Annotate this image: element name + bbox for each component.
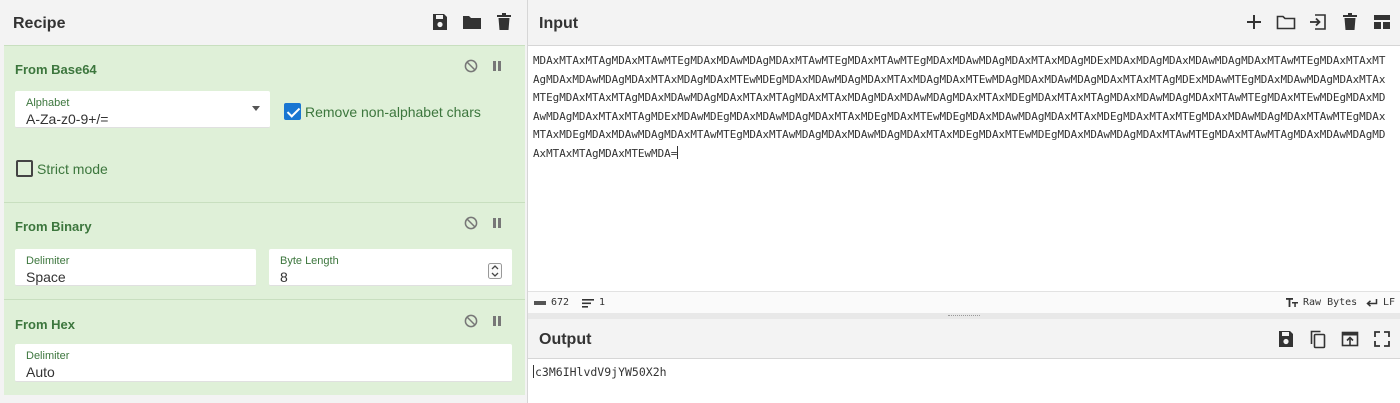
trash-icon[interactable] (1340, 12, 1360, 32)
copy-icon[interactable] (1308, 329, 1328, 349)
delimiter-value: Space (26, 269, 66, 285)
lines-stat: 1 (582, 297, 605, 308)
output-toolbar (1276, 329, 1392, 349)
input-pane: Input MDAxMTAxMTAgMDAxMTAwMTEgMDAxMDAwMD… (528, 0, 1400, 313)
text-cursor (677, 145, 679, 159)
disable-icon[interactable] (464, 216, 478, 230)
plus-icon[interactable] (1244, 12, 1264, 32)
input-title: Input (539, 15, 579, 32)
output-title: Output (539, 331, 592, 348)
op-from-binary-controls (464, 216, 502, 230)
strict-mode-label: Strict mode (37, 160, 108, 177)
hex-delimiter-field[interactable]: Delimiter Auto (15, 344, 512, 382)
folder-icon[interactable] (1276, 12, 1296, 32)
op-from-hex-title: From Hex (15, 317, 75, 332)
recipe-pane: Recipe From Base64 Alphabet A-Za-z0-9+/=… (0, 0, 528, 403)
abc-icon (534, 300, 546, 305)
output-text-content: c3M6IHlvdV9jYW50X2h (535, 365, 667, 379)
raw-bytes-label: Raw Bytes (1303, 297, 1358, 308)
op-from-hex: From Hex Delimiter Auto (4, 299, 525, 395)
input-length: 672 (551, 297, 570, 308)
recipe-toolbar (430, 12, 514, 32)
input-textarea[interactable]: MDAxMTAxMTAgMDAxMTAwMTEgMDAxMDAwMDAgMDAx… (533, 52, 1391, 163)
raw-bytes-toggle[interactable]: Raw Bytes (1286, 297, 1357, 308)
op-from-binary: From Binary Delimiter Space Byte Length … (4, 202, 525, 299)
input-text-content: MDAxMTAxMTAgMDAxMTAwMTEgMDAxMDAwMDAgMDAx… (533, 54, 1386, 160)
input-toolbar (1244, 12, 1392, 32)
op-from-binary-title: From Binary (15, 219, 92, 234)
op-from-base64-title: From Base64 (15, 62, 97, 77)
trash-icon[interactable] (494, 12, 514, 32)
input-status-bar: 672 1 Raw Bytes LF (528, 291, 1400, 313)
byte-length-field[interactable]: Byte Length 8 (269, 249, 512, 286)
input-header: Input (528, 0, 1400, 46)
maximize-icon[interactable] (1372, 329, 1392, 349)
op-from-hex-controls (464, 314, 502, 328)
text-cursor (533, 365, 534, 378)
output-header: Output (528, 319, 1400, 359)
byte-length-label: Byte Length (280, 255, 339, 267)
delimiter-label: Delimiter (26, 350, 70, 362)
import-icon[interactable] (1308, 12, 1328, 32)
binary-delimiter-field[interactable]: Delimiter Space (15, 249, 256, 286)
length-stat: 672 (534, 297, 569, 308)
checkbox-checked-icon[interactable] (284, 103, 301, 120)
save-icon[interactable] (430, 12, 450, 32)
grip-icon (948, 315, 980, 317)
output-pane: Output c3M6IHlvdV9jYW50X2h (528, 319, 1400, 403)
input-lines: 1 (599, 297, 606, 308)
recipe-title: Recipe (13, 15, 66, 32)
chevron-down-icon (252, 106, 260, 111)
replace-input-icon[interactable] (1340, 329, 1360, 349)
disable-icon[interactable] (464, 314, 478, 328)
layout-icon[interactable] (1372, 12, 1392, 32)
strict-mode-checkbox[interactable]: Strict mode (16, 160, 108, 177)
checkbox-unchecked-icon[interactable] (16, 160, 33, 177)
op-from-base64: From Base64 Alphabet A-Za-z0-9+/= Remove… (4, 45, 525, 202)
eol-toggle[interactable]: LF (1366, 297, 1395, 308)
remove-nonalpha-label: Remove non-alphabet chars (305, 103, 481, 120)
delimiter-label: Delimiter (26, 255, 70, 267)
op-from-base64-controls (464, 59, 502, 73)
byte-length-value: 8 (280, 269, 288, 285)
eol-label: LF (1383, 297, 1396, 308)
pause-icon[interactable] (492, 315, 502, 327)
disable-icon[interactable] (464, 59, 478, 73)
save-icon[interactable] (1276, 329, 1296, 349)
remove-nonalpha-checkbox[interactable]: Remove non-alphabet chars (284, 103, 481, 120)
stepper-icon[interactable] (488, 263, 502, 279)
output-textarea[interactable]: c3M6IHlvdV9jYW50X2h (533, 365, 667, 379)
folder-icon[interactable] (462, 12, 482, 32)
pause-icon[interactable] (492, 60, 502, 72)
lines-icon (582, 298, 594, 308)
text-size-icon (1286, 298, 1298, 307)
alphabet-select[interactable]: Alphabet A-Za-z0-9+/= (15, 91, 270, 128)
pause-icon[interactable] (492, 217, 502, 229)
delimiter-value: Auto (26, 364, 55, 380)
alphabet-label: Alphabet (26, 97, 70, 109)
alphabet-value: A-Za-z0-9+/= (26, 111, 109, 127)
return-icon (1366, 298, 1378, 307)
